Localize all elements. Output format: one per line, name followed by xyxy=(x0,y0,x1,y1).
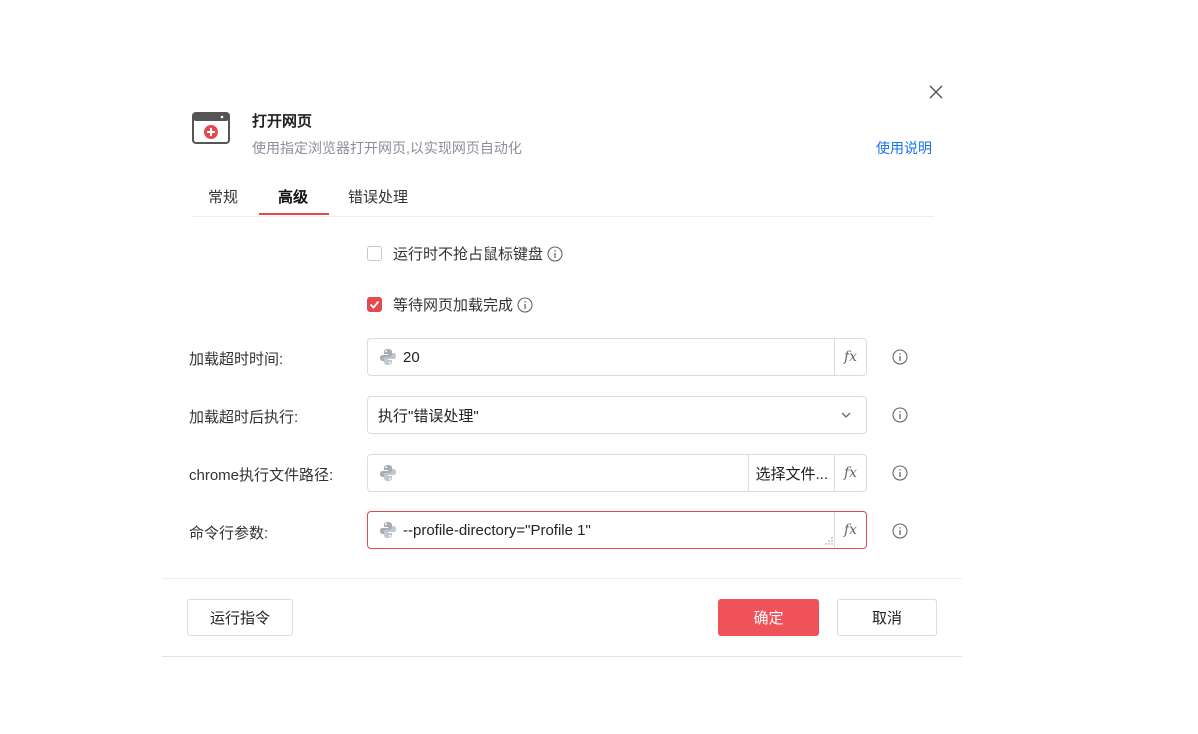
timeout-action-value: 执行"错误处理" xyxy=(378,407,479,425)
timeout-action-label: 加载超时后执行: xyxy=(189,409,299,426)
fx-button[interactable]: fx xyxy=(834,455,866,491)
confirm-button[interactable]: 确定 xyxy=(718,599,819,636)
dialog-bottom-border xyxy=(162,656,962,657)
wait-page-load-label: 等待网页加载完成 xyxy=(393,297,514,314)
wait-page-load-checkbox[interactable] xyxy=(367,297,382,312)
info-icon[interactable] xyxy=(892,349,908,365)
load-timeout-input[interactable]: 20 fx xyxy=(367,338,867,376)
tab-bar: 常规 高级 错误处理 xyxy=(192,180,934,217)
fx-button[interactable]: fx xyxy=(834,512,866,548)
cmd-args-value: --profile-directory="Profile 1" xyxy=(403,521,591,539)
chrome-path-input[interactable]: 选择文件... fx xyxy=(367,454,867,492)
python-icon xyxy=(380,465,396,481)
wait-page-load-option: 等待网页加载完成 xyxy=(367,294,533,315)
chevron-down-icon xyxy=(841,412,851,418)
load-timeout-value: 20 xyxy=(403,348,420,366)
info-icon[interactable] xyxy=(892,523,908,539)
info-icon[interactable] xyxy=(892,465,908,481)
tab-general[interactable]: 常规 xyxy=(208,186,238,216)
footer-divider xyxy=(162,578,962,579)
resize-grip-icon[interactable] xyxy=(825,537,833,545)
tab-advanced[interactable]: 高级 xyxy=(278,186,308,216)
timeout-action-select[interactable]: 执行"错误处理" xyxy=(367,396,867,434)
close-icon[interactable] xyxy=(926,82,946,102)
open-webpage-dialog: 打开网页 使用指定浏览器打开网页,以实现网页自动化 使用说明 常规 高级 错误处… xyxy=(162,70,962,657)
python-icon xyxy=(380,349,396,365)
tab-error-handling[interactable]: 错误处理 xyxy=(348,186,408,216)
cmd-args-input[interactable]: --profile-directory="Profile 1" fx xyxy=(367,511,867,549)
cancel-button[interactable]: 取消 xyxy=(837,599,937,636)
cmd-args-label: 命令行参数: xyxy=(189,525,269,542)
choose-file-button[interactable]: 选择文件... xyxy=(748,455,834,491)
info-icon[interactable] xyxy=(547,245,563,262)
run-command-button[interactable]: 运行指令 xyxy=(187,599,293,636)
info-icon[interactable] xyxy=(517,296,533,313)
help-link[interactable]: 使用说明 xyxy=(876,138,932,158)
no-grab-mouse-checkbox[interactable] xyxy=(367,246,382,261)
dialog-subtitle: 使用指定浏览器打开网页,以实现网页自动化 xyxy=(252,140,522,156)
chrome-path-label: chrome执行文件路径: xyxy=(189,467,334,484)
no-grab-mouse-option: 运行时不抢占鼠标键盘 xyxy=(367,243,563,264)
no-grab-mouse-label: 运行时不抢占鼠标键盘 xyxy=(393,246,544,263)
active-tab-indicator xyxy=(259,213,329,215)
load-timeout-label: 加载超时时间: xyxy=(189,351,284,368)
python-icon xyxy=(380,522,396,538)
info-icon[interactable] xyxy=(892,407,908,423)
dialog-title: 打开网页 xyxy=(252,113,313,130)
checkmark-icon xyxy=(369,300,380,309)
fx-button[interactable]: fx xyxy=(834,339,866,375)
browser-window-icon xyxy=(192,112,230,144)
